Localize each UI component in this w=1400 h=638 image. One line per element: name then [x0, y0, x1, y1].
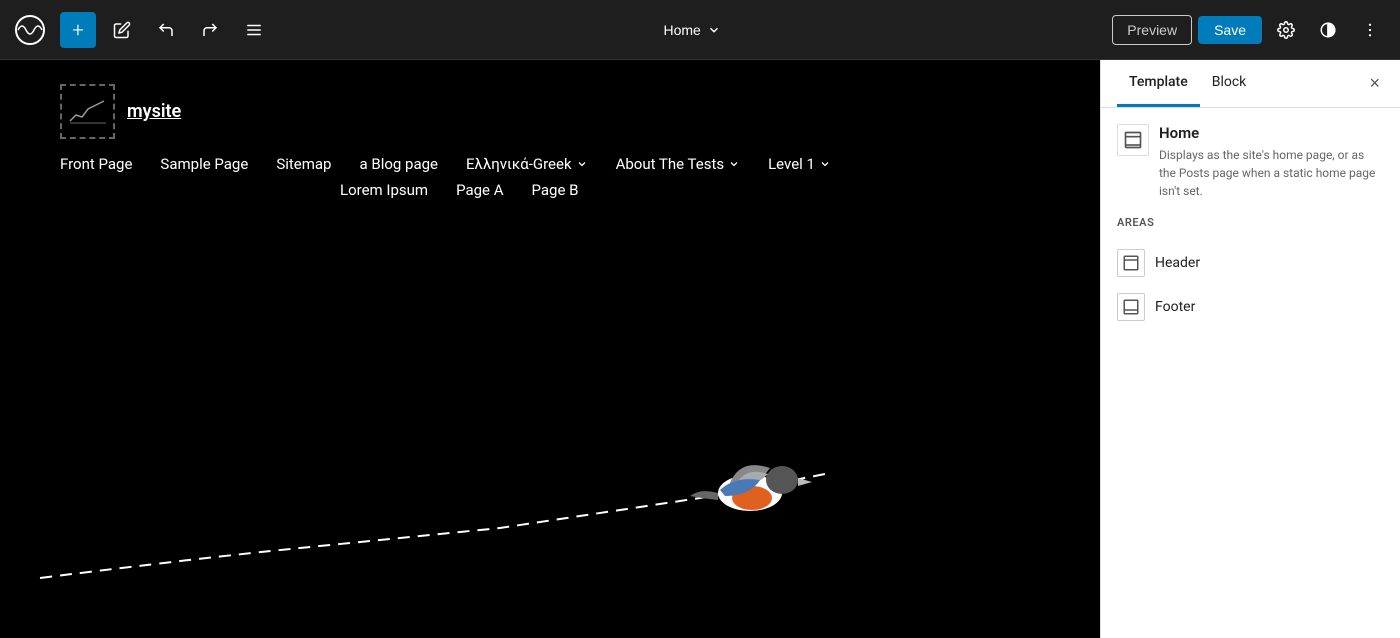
preview-button[interactable]: Preview	[1112, 15, 1192, 45]
settings-button[interactable]	[1268, 12, 1304, 48]
footer-area-label: Footer	[1155, 299, 1195, 315]
nav-greek[interactable]: Ελληνικά-Greek	[466, 155, 588, 173]
nav-front-page[interactable]: Front Page	[60, 155, 132, 173]
home-description: Displays as the site's home page, or as …	[1159, 146, 1384, 200]
panel-close-button[interactable]: ×	[1365, 69, 1384, 98]
nav-level1[interactable]: Level 1	[768, 155, 831, 173]
right-panel: Template Block × Home Displays as the si…	[1100, 60, 1400, 638]
bird-area	[0, 378, 1100, 598]
site-name[interactable]: mysite	[127, 101, 181, 122]
areas-label: AREAS	[1117, 216, 1384, 229]
redo-button[interactable]	[192, 12, 228, 48]
home-section: Home Displays as the site's home page, o…	[1117, 124, 1384, 200]
edit-button[interactable]	[104, 12, 140, 48]
footer-area-icon	[1117, 293, 1145, 321]
toolbar-right: Preview Save	[1112, 12, 1388, 48]
toolbar: + Home Preview	[0, 0, 1400, 60]
nav-sample-page[interactable]: Sample Page	[160, 155, 248, 173]
nav-lorem-ipsum[interactable]: Lorem Ipsum	[340, 181, 428, 199]
canvas-area[interactable]: mysite Front Page Sample Page Sitemap a …	[0, 60, 1100, 638]
add-block-button[interactable]: +	[60, 12, 96, 48]
area-header[interactable]: Header	[1117, 241, 1384, 285]
nav-page-b[interactable]: Page B	[532, 181, 579, 199]
site-logo-box	[60, 84, 115, 139]
more-options-button[interactable]	[1352, 12, 1388, 48]
contrast-button[interactable]	[1310, 12, 1346, 48]
header-area-label: Header	[1155, 255, 1200, 271]
area-footer[interactable]: Footer	[1117, 285, 1384, 329]
header-area-icon	[1117, 249, 1145, 277]
panel-tabs: Template Block	[1117, 60, 1258, 107]
nav-row-2: Lorem Ipsum Page A Page B	[60, 181, 1040, 199]
nav-sitemap[interactable]: Sitemap	[276, 155, 331, 173]
undo-button[interactable]	[148, 12, 184, 48]
main-area: mysite Front Page Sample Page Sitemap a …	[0, 60, 1400, 638]
bird-svg	[680, 438, 820, 538]
toolbar-center: Home	[280, 16, 1104, 44]
site-logo-row: mysite	[60, 84, 1040, 139]
nav-row-1: Front Page Sample Page Sitemap a Blog pa…	[60, 155, 1040, 173]
page-selector[interactable]: Home	[653, 16, 730, 44]
wp-logo[interactable]	[12, 12, 48, 48]
tab-block[interactable]: Block	[1200, 60, 1259, 107]
home-title: Home	[1159, 124, 1384, 142]
panel-body: Home Displays as the site's home page, o…	[1101, 108, 1400, 638]
nav-blog-page[interactable]: a Blog page	[359, 155, 438, 173]
menu-button[interactable]	[236, 12, 272, 48]
home-area-icon	[1117, 124, 1149, 156]
site-header: mysite Front Page Sample Page Sitemap a …	[0, 60, 1100, 199]
flight-path	[0, 398, 1100, 598]
tab-template[interactable]: Template	[1117, 60, 1200, 107]
save-button[interactable]: Save	[1198, 16, 1262, 44]
home-info: Home Displays as the site's home page, o…	[1159, 124, 1384, 200]
nav-page-a[interactable]: Page A	[456, 181, 503, 199]
nav-about-tests[interactable]: About The Tests	[616, 155, 741, 173]
panel-header: Template Block ×	[1101, 60, 1400, 108]
